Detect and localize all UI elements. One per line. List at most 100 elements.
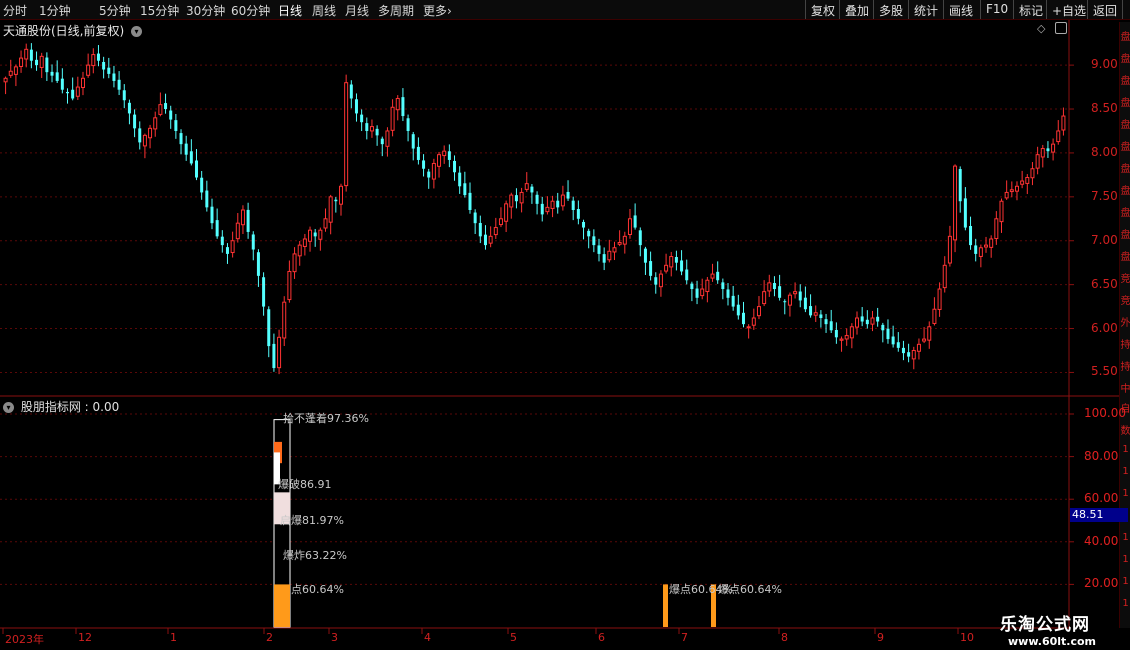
candle-body: [829, 321, 833, 331]
candle-body: [117, 79, 121, 90]
candle-body: [80, 77, 85, 88]
candle-body: [488, 235, 493, 244]
candle-body: [86, 64, 91, 76]
candle-body: [483, 234, 487, 246]
candle-body: [680, 260, 684, 272]
candle-body: [751, 317, 756, 326]
candle-body: [607, 250, 612, 261]
price-axis-label: 7.00: [1091, 232, 1118, 247]
current-value-badge: 48.51: [1070, 508, 1128, 522]
candle-body: [612, 247, 617, 253]
sidebar-char: 盘: [1120, 164, 1130, 175]
indicator-bar: [663, 584, 668, 627]
candle-body: [514, 195, 518, 202]
date-axis-label: 7: [681, 631, 688, 644]
candle-body: [246, 209, 250, 232]
candle-body: [164, 103, 168, 110]
candle-body: [963, 198, 967, 228]
chevron-down-icon[interactable]: ▾: [131, 26, 143, 37]
indicator-axis-label: 40.00: [1084, 533, 1119, 548]
candle-body: [741, 312, 745, 325]
candle-body: [148, 127, 153, 139]
chevron-down-icon[interactable]: ▾: [3, 402, 14, 413]
candle-body: [1046, 148, 1050, 152]
candle-body: [839, 338, 844, 341]
candle-body: [1051, 143, 1056, 153]
candle-body: [3, 77, 8, 83]
candle-body: [354, 99, 358, 114]
candle-body: [855, 317, 860, 328]
candle-body: [726, 289, 730, 298]
candle-body: [947, 235, 952, 264]
price-axis-label: 8.00: [1091, 144, 1118, 159]
candle-body: [989, 238, 994, 248]
price-axis-label: 5.50: [1091, 364, 1118, 379]
candle-body: [824, 319, 828, 325]
candle-body: [633, 215, 637, 228]
candle-body: [385, 130, 390, 147]
date-axis-label: 5: [510, 631, 517, 644]
candle-body: [556, 200, 560, 208]
candle-body: [958, 169, 962, 202]
candle-body: [530, 186, 534, 193]
annotation-label: 点60.64%: [291, 583, 344, 596]
candle-body: [112, 73, 116, 81]
candle-body: [1025, 177, 1030, 184]
window-icon[interactable]: [1055, 22, 1067, 34]
date-axis-label: 12: [78, 631, 92, 644]
candle-body: [813, 312, 818, 316]
candle-body: [710, 273, 715, 279]
candle-body: [793, 291, 798, 295]
candle-body: [994, 218, 999, 240]
candle-body: [169, 110, 173, 120]
candle-body: [582, 221, 586, 228]
sidebar-char: 1: [1122, 554, 1129, 565]
watermark-url: www.60lt.com: [1008, 635, 1097, 648]
date-axis-label: 2023年: [5, 633, 44, 646]
candle-body: [39, 55, 44, 68]
candle-body: [783, 301, 787, 303]
candle-body: [550, 200, 555, 209]
candle-body: [473, 212, 477, 224]
candle-body: [984, 244, 989, 248]
candle-body: [1020, 180, 1025, 185]
candle-body: [174, 120, 178, 131]
candle-body: [189, 151, 193, 164]
candle-body: [8, 70, 13, 76]
annotation-label: 拾不蓬着97.36%: [283, 412, 369, 425]
sidebar-char: 持: [1120, 340, 1130, 351]
candle-body: [571, 200, 575, 210]
candle-body: [344, 82, 349, 187]
candle-body: [19, 57, 24, 67]
candle-body: [927, 326, 932, 341]
candle-body: [328, 196, 333, 223]
candle-body: [102, 61, 106, 70]
candle-body: [75, 86, 80, 97]
candle-body: [463, 183, 467, 196]
price-axis-label: 6.50: [1091, 276, 1118, 291]
candle-body: [1004, 191, 1009, 199]
candle-body: [282, 301, 287, 339]
candle-body: [493, 227, 498, 236]
candle-body: [716, 271, 720, 281]
indicator-axis-label: 60.00: [1084, 491, 1119, 506]
quote-sidebar-strip[interactable]: 盘盘盘盘盘盘盘盘盘盘盘竞竞外持持中: [1119, 22, 1130, 402]
candle-body: [256, 252, 260, 276]
candle-body: [66, 91, 70, 94]
candle-body: [787, 294, 792, 306]
candle-body: [907, 352, 911, 357]
candle-body: [778, 286, 782, 298]
candle-body: [447, 151, 451, 160]
candle-body: [932, 308, 937, 324]
annotation-label: 爆炸63.22%: [283, 549, 347, 562]
candle-body: [524, 183, 529, 190]
candle-body: [277, 336, 282, 369]
sidebar-char: 1: [1122, 598, 1129, 609]
candle-body: [395, 97, 400, 111]
candle-body: [45, 57, 49, 73]
candle-body: [133, 114, 137, 129]
candle-body: [1009, 189, 1014, 193]
diamond-icon[interactable]: ◇: [1037, 22, 1045, 35]
annotation-label: 爆破86.91: [278, 478, 332, 491]
candle-body: [674, 257, 678, 263]
